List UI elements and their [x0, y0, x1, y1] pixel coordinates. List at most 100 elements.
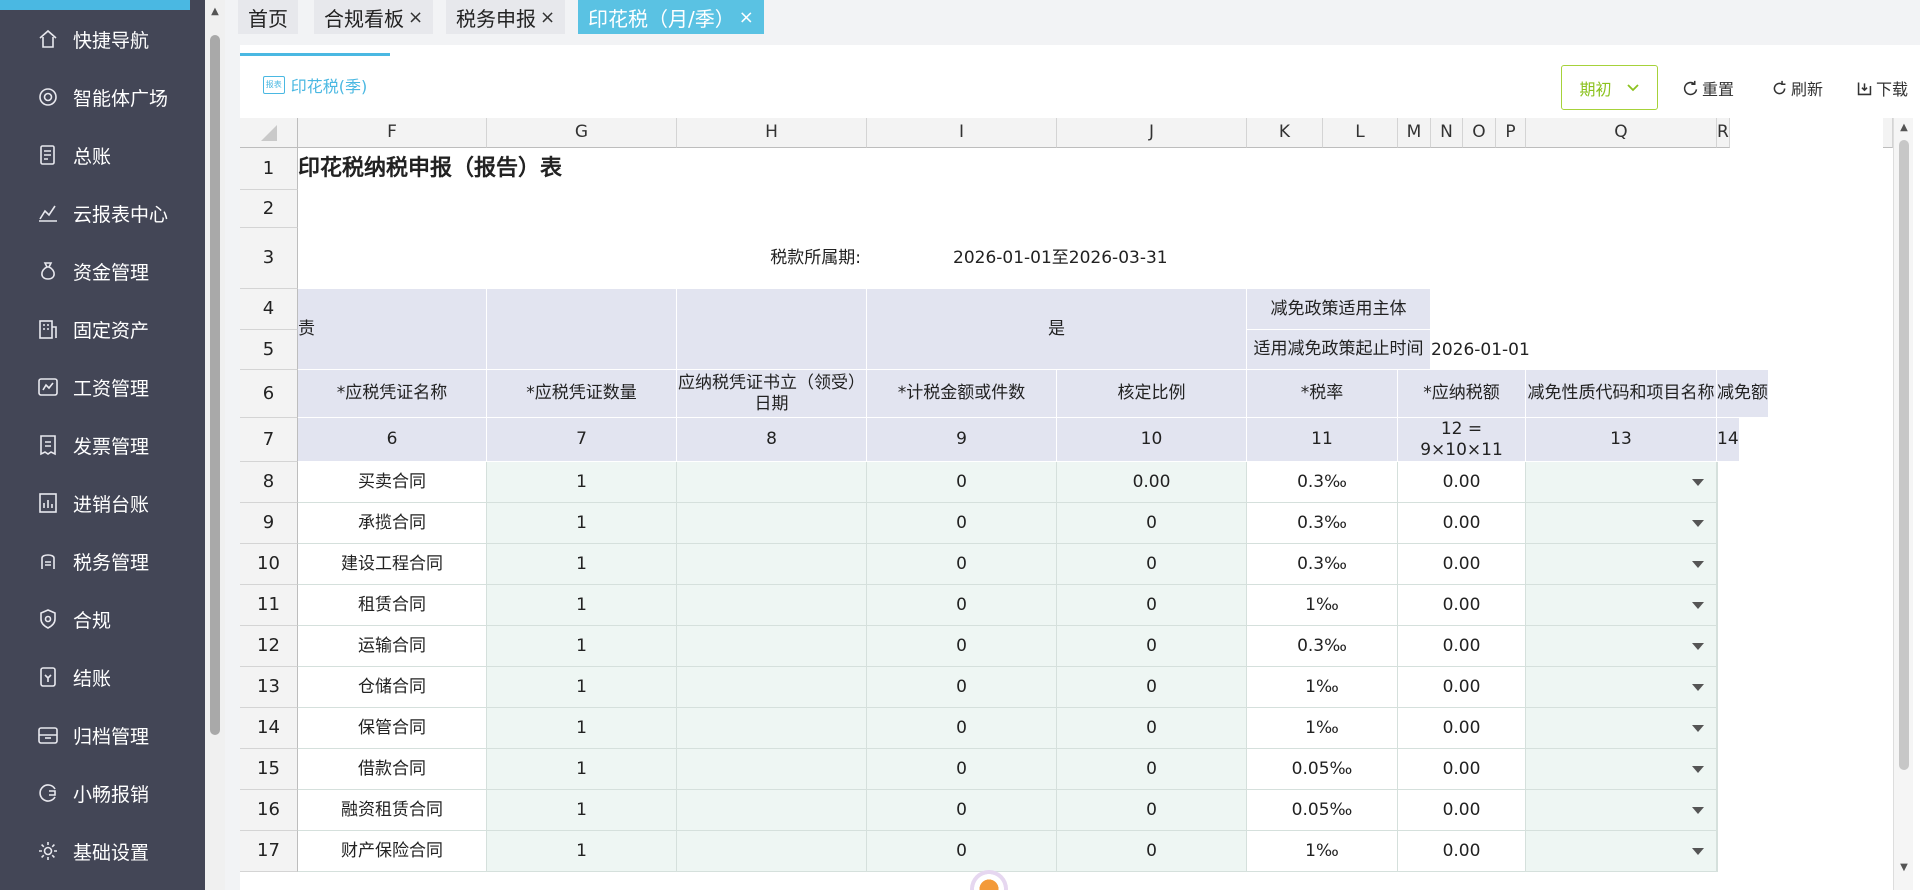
tax-rate-cell[interactable]: 0.3‰ — [1247, 544, 1398, 585]
col-number-7[interactable]: 7 — [487, 418, 677, 462]
row-header-2[interactable]: 2 — [240, 190, 298, 228]
close-icon[interactable]: × — [540, 7, 555, 28]
voucher-name-cell[interactable]: 保管合同 — [298, 708, 487, 749]
tax-payable-cell[interactable]: 0.00 — [1398, 831, 1526, 872]
voucher-date-cell[interactable] — [677, 749, 867, 790]
column-header-F[interactable]: F — [298, 118, 487, 148]
row-header-10[interactable]: 10 — [240, 544, 298, 585]
tax-payable-cell[interactable]: 0.00 — [1398, 708, 1526, 749]
sidebar-item-6[interactable]: 工资管理 — [0, 367, 205, 407]
tax-rate-cell[interactable]: 0.05‰ — [1247, 790, 1398, 831]
tab-1[interactable]: 合规看板 × — [314, 0, 434, 34]
column-header-M[interactable]: M — [1398, 118, 1431, 148]
voucher-qty-cell[interactable]: 1 — [487, 626, 677, 667]
voucher-date-cell[interactable] — [677, 585, 867, 626]
row-header-15[interactable]: 15 — [240, 749, 298, 790]
reduction-period-value[interactable]: 2026-01-01 — [1431, 330, 1530, 370]
tax-rate-cell[interactable]: 0.3‰ — [1247, 462, 1398, 503]
tax-rate-cell[interactable]: 1‰ — [1247, 708, 1398, 749]
row-header-12[interactable]: 12 — [240, 626, 298, 667]
header-voucher-date[interactable]: 应纳税凭证书立（领受）日期 — [677, 370, 867, 418]
approved-ratio-cell[interactable]: 0 — [1057, 708, 1247, 749]
tax-rate-cell[interactable]: 1‰ — [1247, 667, 1398, 708]
voucher-qty-cell[interactable]: 1 — [487, 544, 677, 585]
voucher-name-cell[interactable]: 运输合同 — [298, 626, 487, 667]
reduction-code-dropdown[interactable] — [1526, 790, 1717, 831]
row-header-16[interactable]: 16 — [240, 790, 298, 831]
taxable-amount-cell[interactable]: 0 — [867, 503, 1057, 544]
sidebar-item-10[interactable]: 合规 — [0, 599, 205, 639]
tax-payable-cell[interactable]: 0.00 — [1398, 503, 1526, 544]
column-header-L[interactable]: L — [1323, 118, 1398, 148]
col-number-8[interactable]: 8 — [677, 418, 867, 462]
voucher-qty-cell[interactable]: 1 — [487, 585, 677, 626]
reset-button[interactable]: 重置 — [1682, 75, 1734, 101]
sidebar-item-2[interactable]: 总账 — [0, 135, 205, 175]
row-header-14[interactable]: 14 — [240, 708, 298, 749]
voucher-qty-cell[interactable]: 1 — [487, 462, 677, 503]
row-header-3[interactable]: 3 — [240, 228, 298, 289]
col-number-9[interactable]: 9 — [867, 418, 1057, 462]
sidebar-item-13[interactable]: 小畅报销 — [0, 773, 205, 813]
sidebar-item-12[interactable]: 归档管理 — [0, 715, 205, 755]
column-header-Q[interactable]: Q — [1526, 118, 1717, 148]
voucher-qty-cell[interactable]: 1 — [487, 708, 677, 749]
reduction-amount-cell[interactable] — [1717, 667, 1718, 708]
taxable-amount-cell[interactable]: 0 — [867, 585, 1057, 626]
voucher-name-cell[interactable]: 建设工程合同 — [298, 544, 487, 585]
row-header-5[interactable]: 5 — [240, 330, 298, 370]
taxable-amount-cell[interactable]: 0 — [867, 667, 1057, 708]
sidebar-item-1[interactable]: 智能体广场 — [0, 77, 205, 117]
voucher-name-cell[interactable]: 买卖合同 — [298, 462, 487, 503]
column-header-I[interactable]: I — [867, 118, 1057, 148]
scroll-up-arrow-icon[interactable]: ▲ — [209, 6, 221, 18]
close-icon[interactable]: × — [739, 7, 754, 28]
header-reduction-code[interactable]: 减免性质代码和项目名称 — [1526, 370, 1717, 418]
header-taxable-amount[interactable]: *计税金额或件数 — [867, 370, 1057, 418]
reduction-amount-cell[interactable] — [1717, 462, 1718, 503]
taxable-amount-cell[interactable]: 0 — [867, 708, 1057, 749]
tax-rate-cell[interactable]: 0.3‰ — [1247, 626, 1398, 667]
taxable-amount-cell[interactable]: 0 — [867, 749, 1057, 790]
tax-payable-cell[interactable]: 0.00 — [1398, 749, 1526, 790]
reduction-code-dropdown[interactable] — [1526, 626, 1717, 667]
row-header-6[interactable]: 6 — [240, 370, 298, 418]
voucher-qty-cell[interactable]: 1 — [487, 667, 677, 708]
voucher-name-cell[interactable]: 租赁合同 — [298, 585, 487, 626]
row-header-7[interactable]: 7 — [240, 418, 298, 462]
voucher-date-cell[interactable] — [677, 790, 867, 831]
close-icon[interactable]: × — [408, 7, 423, 28]
tax-payable-cell[interactable]: 0.00 — [1398, 462, 1526, 503]
tax-rate-cell[interactable]: 1‰ — [1247, 831, 1398, 872]
sheet-scroll-thumb[interactable] — [1899, 140, 1909, 770]
col-number-6[interactable]: 6 — [298, 418, 487, 462]
reduction-code-dropdown[interactable] — [1526, 667, 1717, 708]
voucher-name-cell[interactable]: 仓储合同 — [298, 667, 487, 708]
tab-0[interactable]: 首页 — [238, 0, 298, 34]
reduction-code-dropdown[interactable] — [1526, 544, 1717, 585]
taxable-amount-cell[interactable]: 0 — [867, 544, 1057, 585]
tax-rate-cell[interactable]: 0.3‰ — [1247, 503, 1398, 544]
refresh-button[interactable]: 刷新 — [1771, 75, 1823, 101]
voucher-date-cell[interactable] — [677, 503, 867, 544]
scroll-down-arrow-icon[interactable]: ▼ — [1898, 862, 1910, 874]
header-tax-rate[interactable]: *税率 — [1247, 370, 1398, 418]
row-header-9[interactable]: 9 — [240, 503, 298, 544]
row-header-17[interactable]: 17 — [240, 831, 298, 872]
reduction-subject-label[interactable]: 减免政策适用主体 — [1247, 289, 1431, 330]
row-header-13[interactable]: 13 — [240, 667, 298, 708]
approved-ratio-cell[interactable]: 0 — [1057, 585, 1247, 626]
sidebar-scroll-thumb[interactable] — [210, 35, 220, 735]
sidebar-item-9[interactable]: 税务管理 — [0, 541, 205, 581]
taxable-amount-cell[interactable]: 0 — [867, 462, 1057, 503]
sidebar-item-7[interactable]: 发票管理 — [0, 425, 205, 465]
sidebar-item-8[interactable]: 进销台账 — [0, 483, 205, 523]
tax-payable-cell[interactable]: 0.00 — [1398, 544, 1526, 585]
reduction-code-dropdown[interactable] — [1526, 585, 1717, 626]
reduction-amount-cell[interactable] — [1717, 626, 1718, 667]
row4-left-cell[interactable]: 责 — [298, 289, 487, 370]
voucher-qty-cell[interactable]: 1 — [487, 790, 677, 831]
reduction-code-dropdown[interactable] — [1526, 462, 1717, 503]
tab-2[interactable]: 税务申报 × — [446, 0, 566, 34]
sheet-title[interactable]: 印花税纳税申报（报告）表 — [298, 148, 562, 190]
